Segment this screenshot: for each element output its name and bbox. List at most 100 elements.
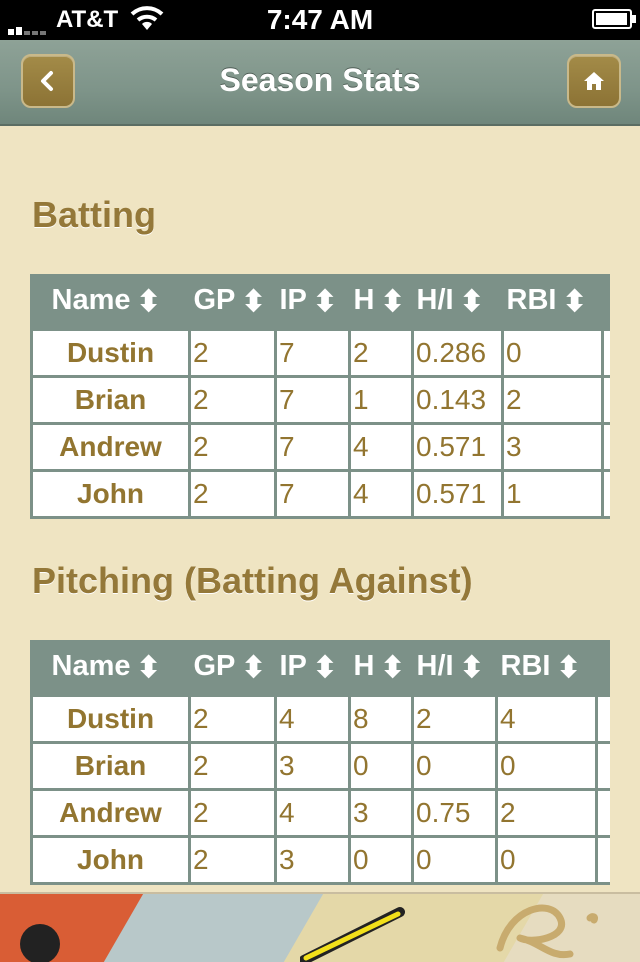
- col-label: RBI: [500, 649, 551, 682]
- sort-arrows-icon: ⬍: [241, 285, 266, 318]
- cell-gp: 2: [188, 375, 277, 425]
- col-label: H/I: [416, 649, 454, 682]
- cell-ip: 7: [274, 328, 351, 378]
- cell-gp: 2: [188, 788, 277, 838]
- col-label: H/I: [416, 283, 454, 316]
- sort-arrows-icon: ⬍: [241, 651, 266, 684]
- cell-ip: 7: [274, 422, 351, 472]
- battery-icon: [592, 9, 636, 29]
- col-label: Name: [51, 649, 131, 682]
- cell-hi: 2: [411, 694, 498, 744]
- table-row: John 2 3 0 0 0: [30, 835, 610, 885]
- cell-name: Brian: [30, 375, 191, 425]
- cell-gp: 2: [188, 741, 277, 791]
- home-icon: [584, 72, 604, 90]
- col-header-more[interactable]: [602, 274, 610, 330]
- pitching-table: Name ⬍ GP ⬍ IP ⬍ H ⬍ H/I ⬍ RBI ⬍ Dustin 2 4 8 …: [30, 640, 610, 885]
- cell-name: Andrew: [30, 788, 191, 838]
- col-header-more[interactable]: [596, 640, 610, 696]
- col-label: RBI: [506, 283, 557, 316]
- col-header-name[interactable]: Name ⬍: [31, 640, 190, 696]
- sort-arrows-icon: ⬍: [380, 651, 405, 684]
- status-time: 7:47 AM: [266, 4, 374, 35]
- table-header-row: Name ⬍ GP ⬍ IP ⬍ H ⬍ H/I ⬍ RBI ⬍: [31, 640, 610, 696]
- sort-arrows-icon: ⬍: [459, 285, 484, 318]
- ad-banner[interactable]: [0, 892, 640, 962]
- cell-more: [601, 328, 610, 378]
- cell-h: 8: [348, 694, 414, 744]
- home-button[interactable]: [567, 54, 621, 108]
- cell-ip: 3: [274, 741, 351, 791]
- script-logo-icon: [496, 904, 598, 959]
- sort-arrows-icon: ⬍: [136, 651, 161, 684]
- cell-gp: 2: [188, 694, 277, 744]
- bat-icon: [300, 907, 405, 962]
- cell-more: [595, 741, 610, 791]
- table-row: John 2 7 4 0.571 1: [30, 469, 610, 519]
- table-row: Brian 2 7 1 0.143 2: [30, 375, 610, 425]
- table-header-row: Name ⬍ GP ⬍ IP ⬍ H ⬍ H/I ⬍ RBI ⬍: [31, 274, 610, 330]
- cell-ip: 7: [274, 469, 351, 519]
- table-row: Brian 2 3 0 0 0: [30, 741, 610, 791]
- helmet-icon: [20, 924, 60, 962]
- col-header-rbi[interactable]: RBI ⬍: [502, 274, 603, 330]
- cell-rbi: 2: [501, 375, 604, 425]
- cell-h: 4: [348, 469, 414, 519]
- cell-hi: 0.286: [411, 328, 504, 378]
- sort-arrows-icon: ⬍: [312, 651, 338, 684]
- sort-arrows-icon: ⬍: [562, 285, 587, 318]
- cell-h: 4: [348, 422, 414, 472]
- table-row: Andrew 2 7 4 0.571 3: [30, 422, 610, 472]
- cell-rbi: 4: [495, 694, 598, 744]
- cell-more: [601, 375, 610, 425]
- col-header-h[interactable]: H ⬍: [349, 274, 413, 330]
- cell-gp: 2: [188, 469, 277, 519]
- col-header-gp[interactable]: GP ⬍: [189, 274, 276, 330]
- col-header-ip[interactable]: IP ⬍: [275, 274, 350, 330]
- cell-h: 0: [348, 835, 414, 885]
- cell-name: Brian: [30, 741, 191, 791]
- col-label: Name: [51, 283, 131, 316]
- cell-hi: 0.143: [411, 375, 504, 425]
- cell-name: Dustin: [30, 694, 191, 744]
- col-header-rbi[interactable]: RBI ⬍: [496, 640, 597, 696]
- sort-arrows-icon: ⬍: [312, 285, 338, 318]
- batting-heading: Batting: [32, 194, 156, 235]
- cell-hi: 0.571: [411, 469, 504, 519]
- cell-ip: 4: [274, 694, 351, 744]
- sort-arrows-icon: ⬍: [459, 651, 484, 684]
- nav-bar: Season Stats: [0, 40, 640, 126]
- col-label: H: [353, 649, 375, 682]
- cell-rbi: 0: [495, 741, 598, 791]
- col-header-gp[interactable]: GP ⬍: [189, 640, 276, 696]
- cell-name: Andrew: [30, 422, 191, 472]
- cell-more: [595, 835, 610, 885]
- cell-more: [601, 469, 610, 519]
- cell-h: 2: [348, 328, 414, 378]
- cell-name: Dustin: [30, 328, 191, 378]
- cell-hi: 0: [411, 741, 498, 791]
- cell-rbi: 0: [495, 835, 598, 885]
- cell-more: [595, 788, 610, 838]
- col-header-hi[interactable]: H/I ⬍: [412, 640, 497, 696]
- cell-rbi: 1: [501, 469, 604, 519]
- pitching-heading: Pitching (Batting Against): [32, 560, 473, 601]
- table-row: Andrew 2 4 3 0.75 2: [30, 788, 610, 838]
- cell-gp: 2: [188, 422, 277, 472]
- cell-rbi: 0: [501, 328, 604, 378]
- cell-ip: 3: [274, 835, 351, 885]
- cell-ip: 7: [274, 375, 351, 425]
- col-header-h[interactable]: H ⬍: [349, 640, 413, 696]
- page-title: Season Stats: [219, 62, 421, 98]
- cell-name: John: [30, 835, 191, 885]
- col-label: IP: [279, 283, 307, 316]
- col-header-hi[interactable]: H/I ⬍: [412, 274, 503, 330]
- cell-hi: 0.571: [411, 422, 504, 472]
- col-header-ip[interactable]: IP ⬍: [275, 640, 350, 696]
- col-label: GP: [193, 649, 236, 682]
- batting-table: Name ⬍ GP ⬍ IP ⬍ H ⬍ H/I ⬍ RBI ⬍ Dustin 2 7 2 …: [30, 274, 610, 519]
- col-header-name[interactable]: Name ⬍: [31, 274, 190, 330]
- col-label: H: [353, 283, 375, 316]
- cell-h: 0: [348, 741, 414, 791]
- col-label: GP: [193, 283, 236, 316]
